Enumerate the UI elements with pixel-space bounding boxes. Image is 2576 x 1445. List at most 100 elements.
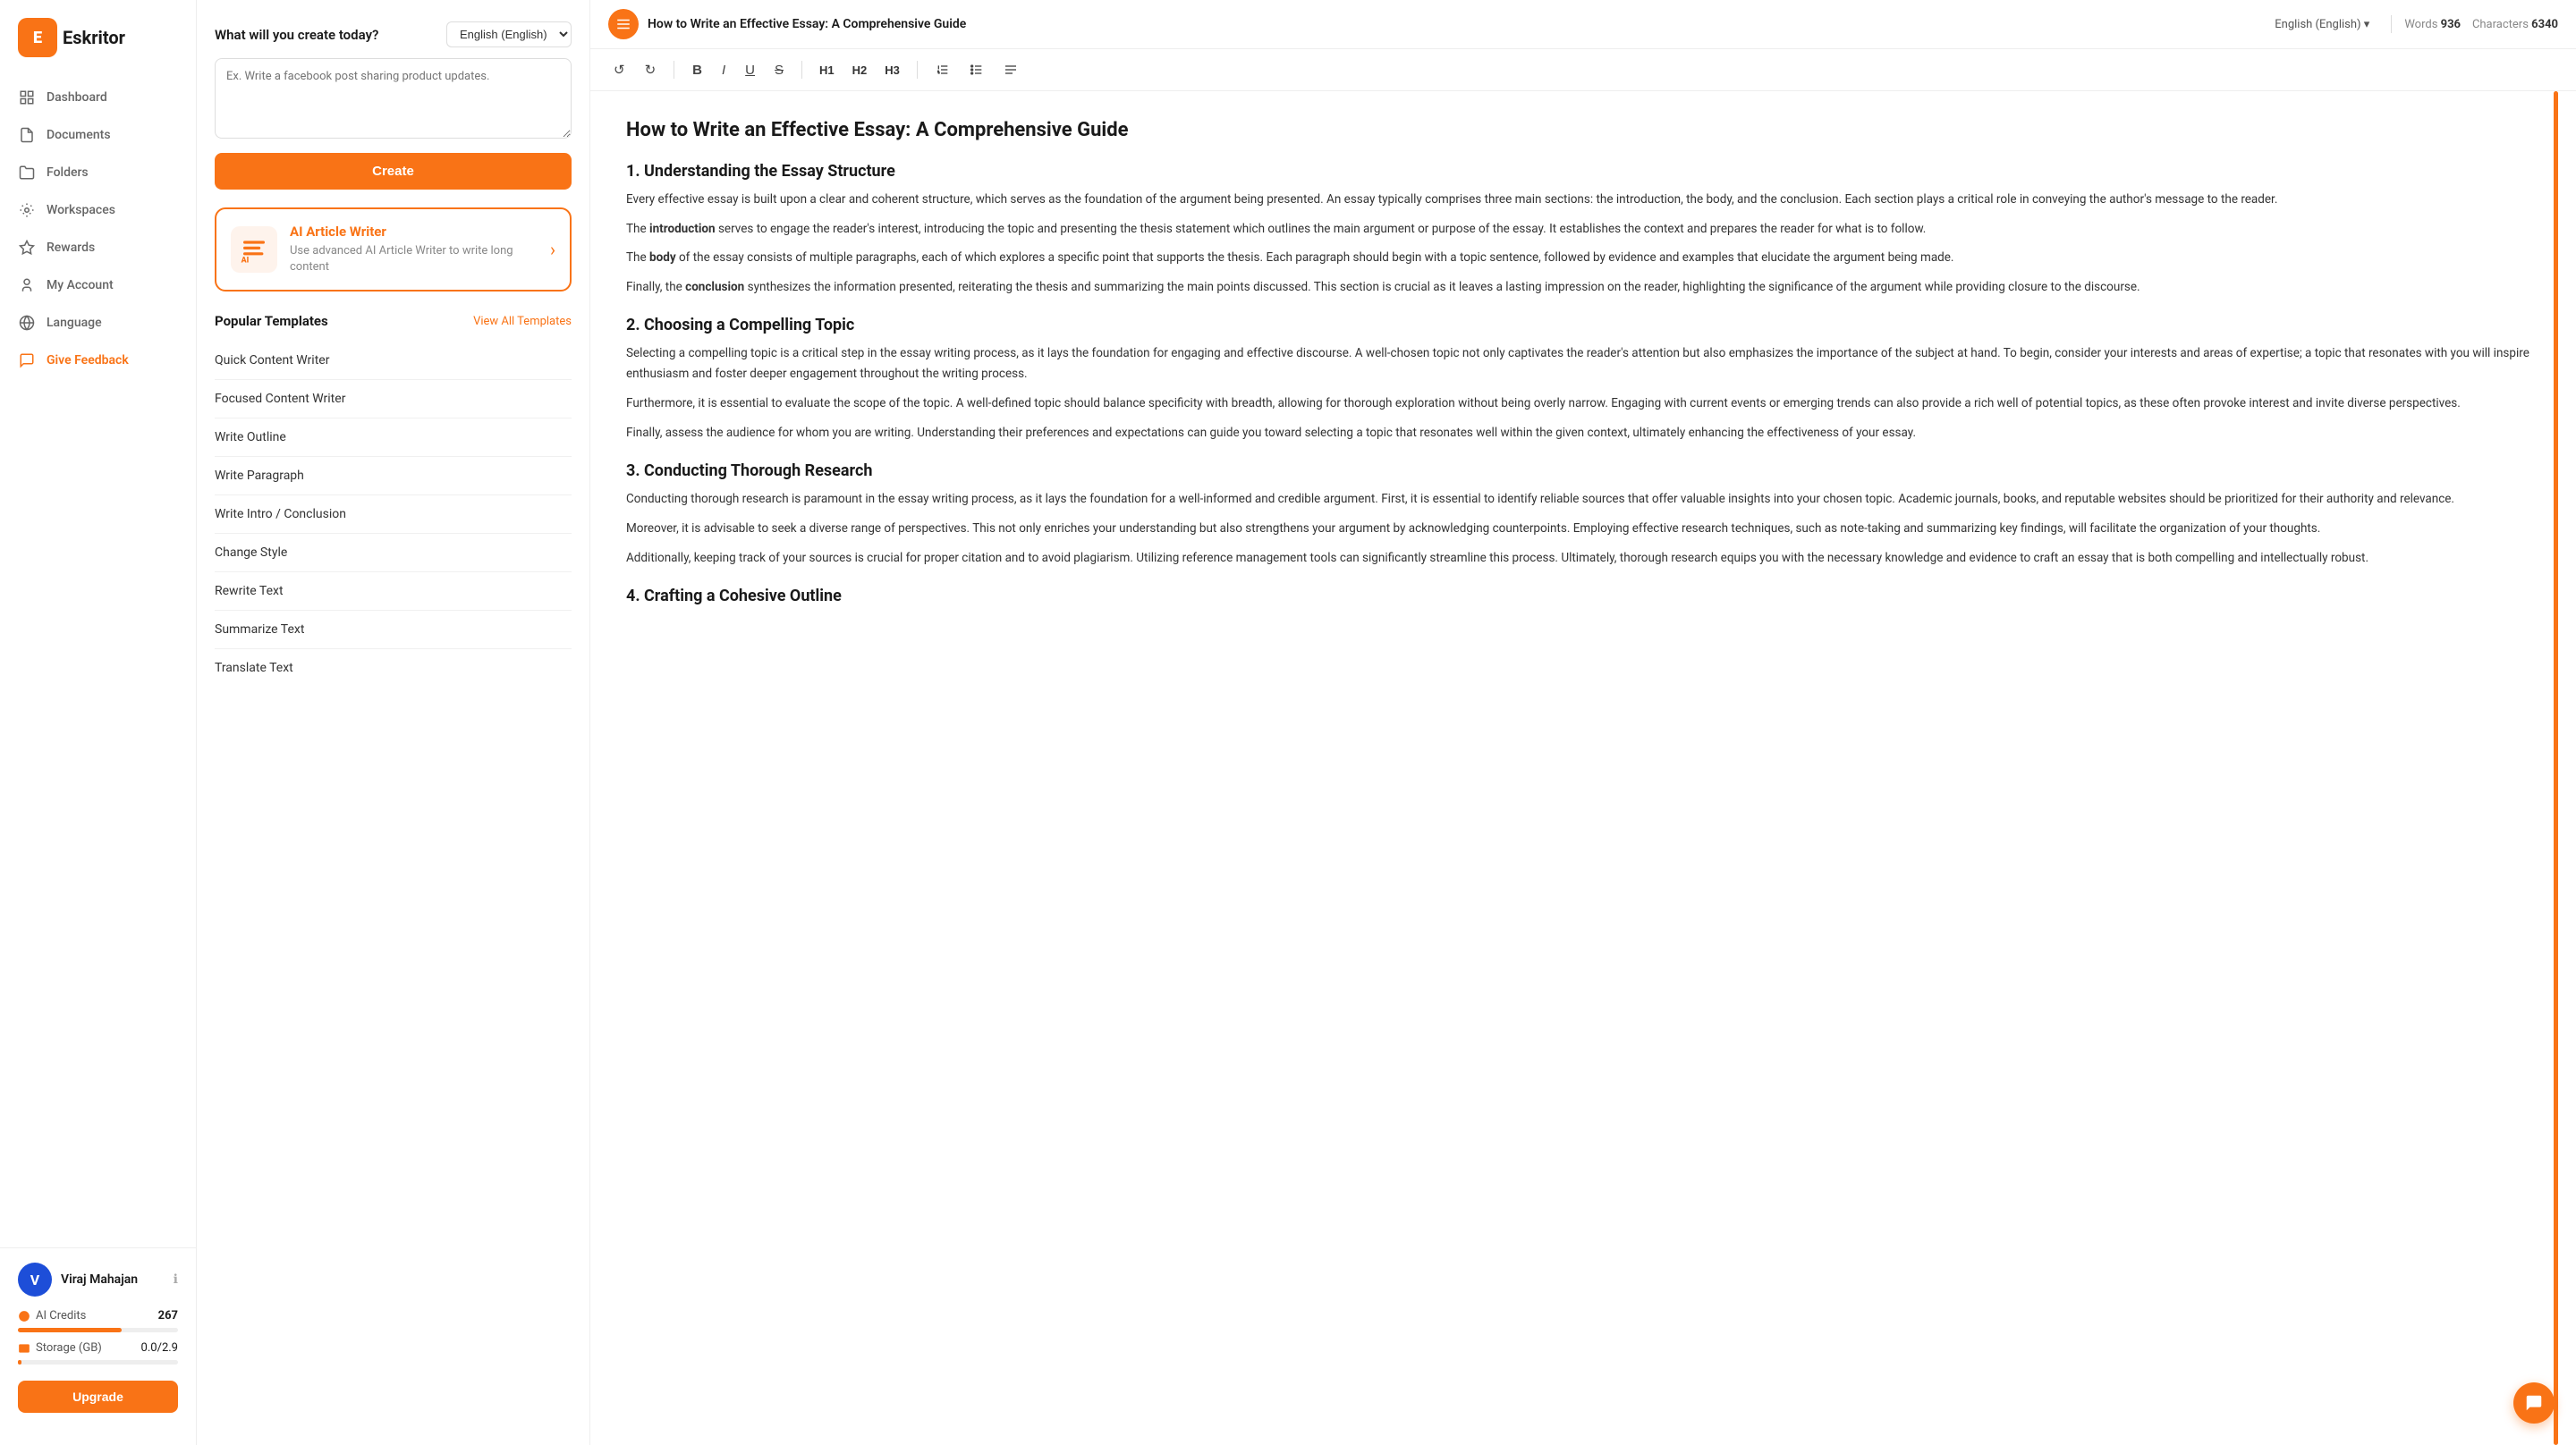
template-item-write-intro-conclusion[interactable]: Write Intro / Conclusion xyxy=(215,495,572,534)
undo-button[interactable]: ↺ xyxy=(608,58,631,81)
folders-icon xyxy=(18,164,36,182)
sidebar: E Eskritor Dashboard Documents Folders W… xyxy=(0,0,197,1445)
credits-row: AI Credits 267 xyxy=(18,1309,178,1322)
user-row: V Viraj Mahajan ℹ xyxy=(18,1263,178,1297)
sidebar-item-label: Language xyxy=(47,316,102,330)
dashboard-icon xyxy=(18,89,36,106)
sidebar-item-give-feedback[interactable]: Give Feedback xyxy=(0,342,196,379)
ai-card-title: AI Article Writer xyxy=(290,224,538,240)
orange-scroll-bar xyxy=(2554,91,2558,1445)
credits-label: AI Credits xyxy=(18,1309,86,1322)
doc-main-title: How to Write an Effective Essay: A Compr… xyxy=(626,118,2540,144)
workspaces-icon xyxy=(18,201,36,219)
section-1-para-3: The body of the essay consists of multip… xyxy=(626,248,2540,268)
account-icon xyxy=(18,276,36,294)
sidebar-item-language[interactable]: Language xyxy=(0,304,196,342)
underline-button[interactable]: U xyxy=(740,59,760,81)
doc-icon-circle xyxy=(608,9,639,39)
template-item-focused-content-writer[interactable]: Focused Content Writer xyxy=(215,380,572,418)
storage-count: 0.0/2.9 xyxy=(141,1341,178,1355)
section-1-para-2: The introduction serves to engage the re… xyxy=(626,219,2540,240)
ordered-list-button[interactable] xyxy=(930,59,955,80)
feedback-icon xyxy=(18,351,36,369)
ai-card-desc: Use advanced AI Article Writer to write … xyxy=(290,243,538,275)
storage-progress-fill xyxy=(18,1360,21,1365)
sidebar-item-workspaces[interactable]: Workspaces xyxy=(0,191,196,229)
section-heading-4: 4. Crafting a Cohesive Outline xyxy=(626,587,2540,605)
section-heading-2: 2. Choosing a Compelling Topic xyxy=(626,316,2540,334)
template-item-write-outline[interactable]: Write Outline xyxy=(215,418,572,457)
template-item-rewrite-text[interactable]: Rewrite Text xyxy=(215,572,572,611)
section-1-para-1: Every effective essay is built upon a cl… xyxy=(626,190,2540,210)
sidebar-item-label: Folders xyxy=(47,165,89,180)
section-3-para-3: Additionally, keeping track of your sour… xyxy=(626,548,2540,569)
avatar: V xyxy=(18,1263,52,1297)
upgrade-button[interactable]: Upgrade xyxy=(18,1381,178,1413)
svg-text:AI: AI xyxy=(241,257,250,265)
h1-button[interactable]: H1 xyxy=(815,60,839,80)
sidebar-item-label: Workspaces xyxy=(47,203,115,217)
section-heading-1: 1. Understanding the Essay Structure xyxy=(626,162,2540,181)
editor-content[interactable]: How to Write an Effective Essay: A Compr… xyxy=(590,91,2576,1445)
logo-letter: E xyxy=(33,29,42,47)
logo-box: E xyxy=(18,18,57,57)
template-item-change-style[interactable]: Change Style xyxy=(215,534,572,572)
ai-card-arrow-icon: › xyxy=(550,239,555,260)
chat-fab-button[interactable] xyxy=(2513,1382,2555,1424)
language-select[interactable]: English (English) xyxy=(446,21,572,47)
documents-icon xyxy=(18,126,36,144)
template-item-write-paragraph[interactable]: Write Paragraph xyxy=(215,457,572,495)
unordered-list-button[interactable] xyxy=(964,59,989,80)
strikethrough-button[interactable]: S xyxy=(769,59,789,81)
language-icon xyxy=(18,314,36,332)
credits-progress-bar xyxy=(18,1328,178,1332)
sidebar-item-folders[interactable]: Folders xyxy=(0,154,196,191)
section-1-para-4: Finally, the conclusion synthesizes the … xyxy=(626,277,2540,298)
view-all-templates-link[interactable]: View All Templates xyxy=(473,315,572,328)
h3-button[interactable]: H3 xyxy=(880,60,904,80)
storage-label: Storage (GB) xyxy=(18,1341,102,1355)
info-icon[interactable]: ℹ xyxy=(174,1272,178,1287)
bold-button[interactable]: B xyxy=(687,59,708,81)
templates-header: Popular Templates View All Templates xyxy=(215,313,572,329)
left-panel: What will you create today? English (Eng… xyxy=(197,0,590,1445)
section-2-para-3: Finally, assess the audience for whom yo… xyxy=(626,423,2540,444)
ai-article-writer-card[interactable]: AI AI Article Writer Use advanced AI Art… xyxy=(215,207,572,292)
word-count-label: Words 936 Characters 6340 xyxy=(2404,18,2558,31)
sidebar-item-my-account[interactable]: My Account xyxy=(0,266,196,304)
create-textarea[interactable] xyxy=(215,58,572,139)
doc-language-select[interactable]: English (English) ▾ xyxy=(2275,18,2378,31)
template-item-quick-content-writer[interactable]: Quick Content Writer xyxy=(215,342,572,380)
editor-panel: How to Write an Effective Essay: A Compr… xyxy=(590,0,2576,1445)
italic-button[interactable]: I xyxy=(716,59,731,81)
sidebar-item-label: Give Feedback xyxy=(47,353,129,368)
storage-progress-bar xyxy=(18,1360,178,1365)
h2-button[interactable]: H2 xyxy=(848,60,872,80)
section-3-para-1: Conducting thorough research is paramoun… xyxy=(626,489,2540,510)
sidebar-item-documents[interactable]: Documents xyxy=(0,116,196,154)
templates-list: Quick Content Writer Focused Content Wri… xyxy=(215,342,572,687)
ai-card-icon: AI xyxy=(231,226,277,273)
create-button[interactable]: Create xyxy=(215,153,572,190)
sidebar-item-dashboard[interactable]: Dashboard xyxy=(0,79,196,116)
ai-card-text: AI Article Writer Use advanced AI Articl… xyxy=(290,224,538,275)
sidebar-item-label: Documents xyxy=(47,128,111,142)
logo-area: E Eskritor xyxy=(0,18,196,79)
templates-title: Popular Templates xyxy=(215,313,328,329)
template-item-translate-text[interactable]: Translate Text xyxy=(215,649,572,687)
toolbar-divider-1 xyxy=(2391,15,2392,33)
toolbar-divider-4 xyxy=(917,61,918,79)
user-name: Viraj Mahajan xyxy=(61,1272,165,1287)
sidebar-item-label: My Account xyxy=(47,278,114,292)
credits-count: 267 xyxy=(158,1309,178,1322)
doc-title: How to Write an Effective Essay: A Compr… xyxy=(648,17,2266,31)
sidebar-item-rewards[interactable]: Rewards xyxy=(0,229,196,266)
credits-progress-fill xyxy=(18,1328,122,1332)
editor-toolbar-2: ↺ ↻ B I U S H1 H2 H3 xyxy=(590,49,2576,91)
app-name: Eskritor xyxy=(63,27,125,48)
redo-button[interactable]: ↻ xyxy=(640,58,662,81)
align-button[interactable] xyxy=(998,59,1023,80)
sidebar-bottom: V Viraj Mahajan ℹ AI Credits 267 Storage… xyxy=(0,1247,196,1427)
template-item-summarize-text[interactable]: Summarize Text xyxy=(215,611,572,649)
toolbar-divider-3 xyxy=(801,61,802,79)
